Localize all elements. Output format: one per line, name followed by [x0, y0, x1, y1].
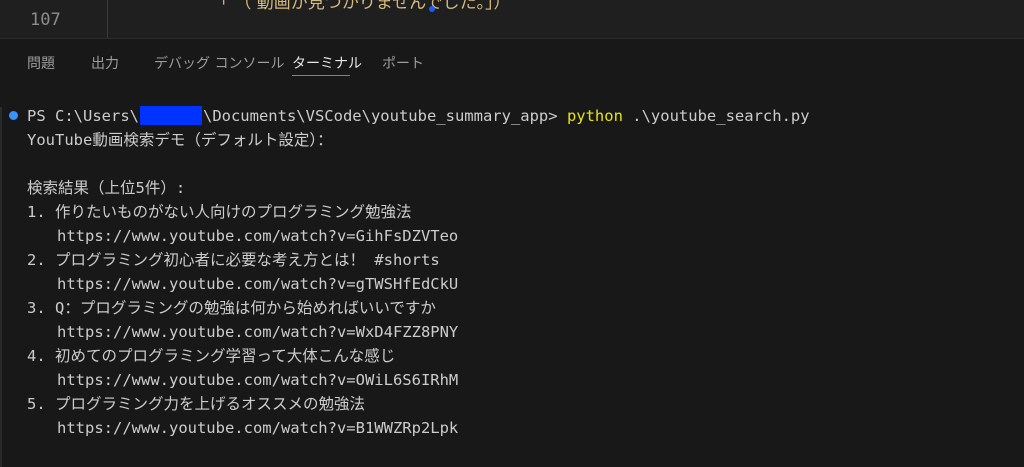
command-name: python	[566, 107, 623, 125]
tab-ports[interactable]: ポート	[382, 53, 424, 73]
prompt-path: \Documents\VSCode\youtube_summary_app>	[202, 107, 567, 125]
result-title: 1. 作りたいものがない人向けのプログラミング勉強法	[27, 203, 412, 221]
tab-output[interactable]: 出力	[91, 53, 119, 73]
command-args: .\youtube_search.py	[622, 107, 810, 125]
result-url[interactable]: https://www.youtube.com/watch?v=gTWSHfEd…	[57, 273, 458, 295]
line-number: 107	[30, 10, 61, 30]
code-line-fragment: 「 （ 動画が見つかりませんでした。」）	[212, 0, 511, 13]
cursor-marker	[429, 6, 435, 12]
result-url[interactable]: https://www.youtube.com/watch?v=B1WWZRp2…	[57, 417, 458, 439]
result-url[interactable]: https://www.youtube.com/watch?v=WxD4FZZ8…	[57, 321, 458, 343]
tab-terminal[interactable]: ターミナル	[292, 53, 362, 73]
active-tab-indicator	[292, 75, 350, 76]
redacted-username	[139, 106, 202, 125]
terminal-output[interactable]: PS C:\Users\ \Documents\VSCode\youtube_su…	[0, 87, 1024, 467]
prompt-line: PS C:\Users\ \Documents\VSCode\youtube_su…	[27, 105, 810, 127]
result-url[interactable]: https://www.youtube.com/watch?v=GihFsDZV…	[57, 225, 458, 247]
prompt-prefix: PS C:\Users\	[27, 107, 139, 125]
result-title: 4. 初めてのプログラミング学習って大体こんな感じ	[27, 347, 396, 365]
editor-area[interactable]: 107 「 （ 動画が見つかりませんでした。」）	[0, 0, 1024, 38]
output-title-line: YouTube動画検索デモ（デフォルト設定）：	[27, 131, 333, 149]
result-title: 5. プログラミング力を上げるオススメの勉強法	[27, 395, 365, 413]
result-title: 2. プログラミング初心者に必要な考え方とは！ #shorts	[27, 251, 440, 269]
results-header: 検索結果（上位5件）:	[27, 179, 186, 197]
result-url[interactable]: https://www.youtube.com/watch?v=OWiL6S6I…	[57, 369, 458, 391]
tab-problems[interactable]: 問題	[27, 53, 55, 73]
terminal-left-edge	[0, 107, 2, 467]
result-title: 3. Q：プログラミングの勉強は何から始めればいいですか	[27, 299, 436, 317]
editor-gutter-divider	[107, 0, 108, 38]
tab-debug-console[interactable]: デバッグ コンソール	[154, 53, 284, 73]
command-status-dot-icon[interactable]	[9, 111, 18, 120]
panel-tab-bar: 問題 出力 デバッグ コンソール ターミナル ポート	[0, 39, 1024, 87]
